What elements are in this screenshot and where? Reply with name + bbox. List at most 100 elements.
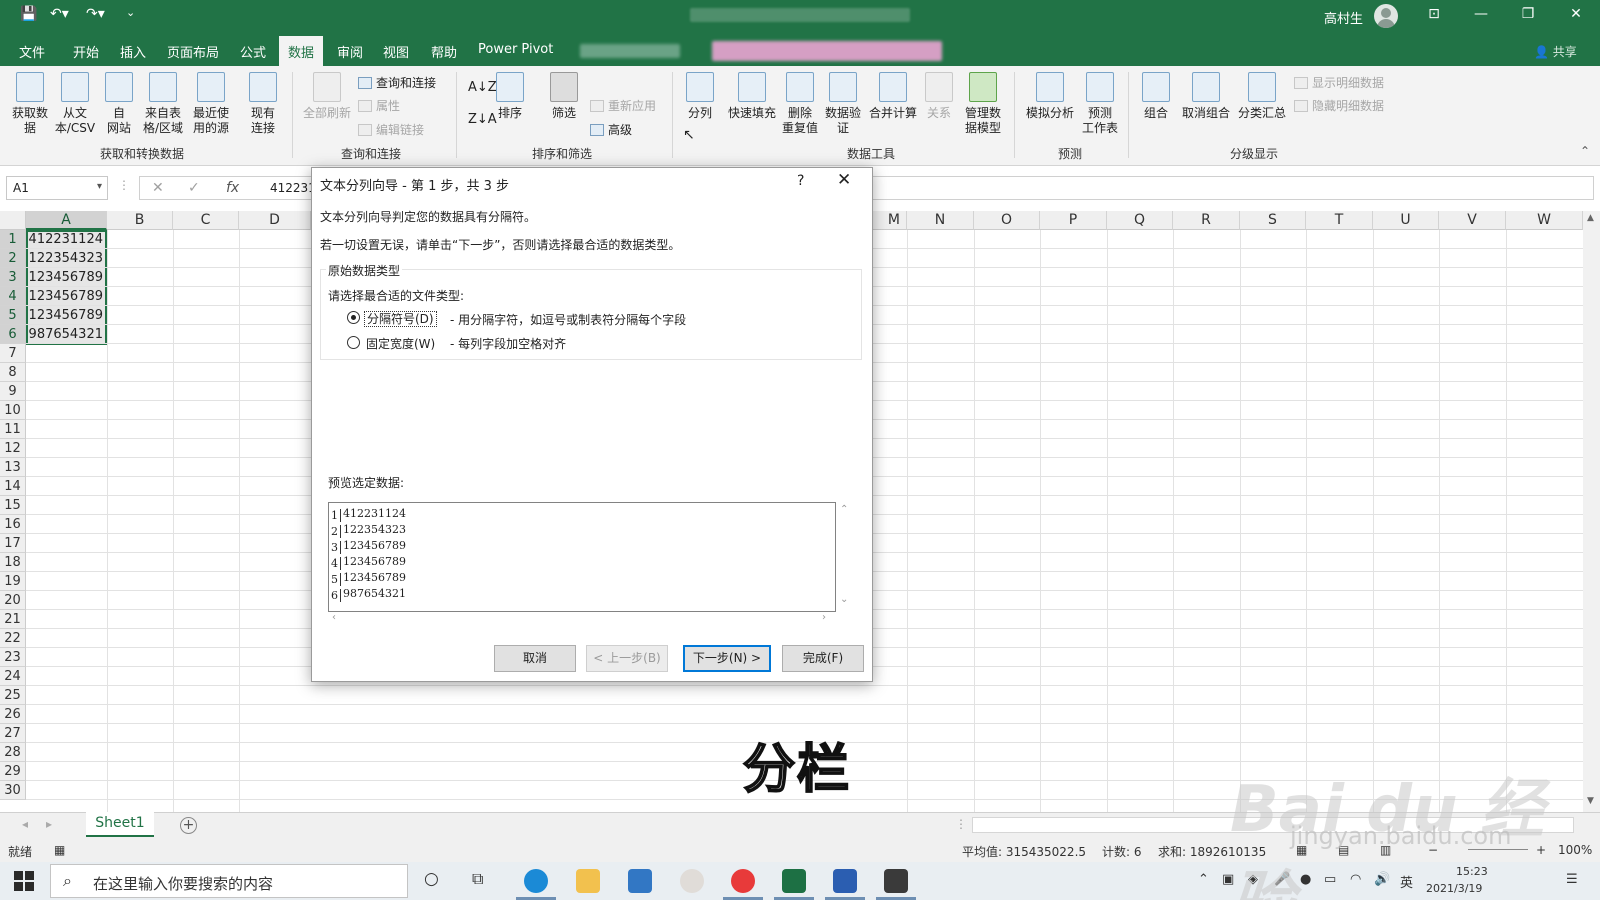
cell-a5[interactable]: 123456789 xyxy=(27,306,106,325)
sort-button[interactable]: 排序 xyxy=(492,72,528,121)
row-header[interactable]: 13 xyxy=(0,458,26,477)
hide-detail-button[interactable]: 隐藏明细数据 xyxy=(1294,97,1384,114)
cancel-button[interactable]: 取消 xyxy=(494,645,576,672)
paint-icon[interactable] xyxy=(680,869,704,893)
consolidate-button[interactable]: 合并计算 xyxy=(866,72,920,121)
row-header[interactable]: 8 xyxy=(0,363,26,382)
cell-a2[interactable]: 122354323 xyxy=(27,249,106,268)
macro-record-icon[interactable]: ▦ xyxy=(54,843,65,857)
what-if-analysis-button[interactable]: 模拟分析 xyxy=(1022,72,1078,121)
excel-icon[interactable] xyxy=(782,869,806,893)
filter-button[interactable]: 筛选 xyxy=(546,72,582,121)
file-explorer-icon[interactable] xyxy=(576,869,600,893)
row-header[interactable]: 22 xyxy=(0,629,26,648)
forecast-sheet-button[interactable]: 预测 工作表 xyxy=(1080,72,1120,136)
finish-button[interactable]: 完成(F) xyxy=(782,645,864,672)
task-view-icon[interactable]: ⧉ xyxy=(472,869,483,889)
undo-icon[interactable]: ↶▾ xyxy=(50,6,69,22)
add-sheet-icon[interactable]: + xyxy=(180,817,197,834)
minimize-icon[interactable]: — xyxy=(1466,6,1496,22)
recent-sources-button[interactable]: 最近使 用的源 xyxy=(188,72,234,136)
properties-button[interactable]: 属性 xyxy=(358,97,400,114)
cell-a1[interactable]: 412231124 xyxy=(27,230,106,249)
tab-view[interactable]: 视图 xyxy=(383,42,409,61)
redo-icon[interactable]: ↷▾ xyxy=(86,6,105,22)
row-header[interactable]: 5 xyxy=(0,306,26,325)
column-header-b[interactable]: B xyxy=(107,211,173,230)
fixed-width-label[interactable]: 固定宽度(W) xyxy=(366,335,435,352)
column-header-w[interactable]: W xyxy=(1506,211,1583,230)
close-window-icon[interactable]: ✕ xyxy=(1561,6,1591,22)
column-header-q[interactable]: Q xyxy=(1107,211,1173,230)
cell-a6[interactable]: 987654321 xyxy=(27,325,106,344)
tab-home[interactable]: 开始 xyxy=(73,42,99,61)
row-header[interactable]: 27 xyxy=(0,724,26,743)
advanced-filter-button[interactable]: 高级 xyxy=(590,121,632,138)
insert-function-icon[interactable]: fx xyxy=(226,180,239,196)
row-header[interactable]: 9 xyxy=(0,382,26,401)
column-header-o[interactable]: O xyxy=(974,211,1040,230)
row-header[interactable]: 15 xyxy=(0,496,26,515)
row-header[interactable]: 29 xyxy=(0,762,26,781)
tab-page-layout[interactable]: 页面布局 xyxy=(167,42,219,61)
windows-start-icon[interactable] xyxy=(14,871,34,891)
from-table-button[interactable]: 来自表 格/区域 xyxy=(140,72,186,136)
row-header[interactable]: 12 xyxy=(0,439,26,458)
tab-file[interactable]: 文件 xyxy=(19,42,45,61)
column-header-d[interactable]: D xyxy=(239,211,311,230)
select-all-corner[interactable] xyxy=(0,211,26,230)
from-web-button[interactable]: 自 网站 xyxy=(102,72,136,136)
row-header[interactable]: 6 xyxy=(0,325,26,344)
row-header[interactable]: 25 xyxy=(0,686,26,705)
row-header[interactable]: 2 xyxy=(0,249,26,268)
column-header-n[interactable]: N xyxy=(907,211,974,230)
share-button[interactable]: 👤 共享 xyxy=(1534,43,1577,60)
row-header[interactable]: 4 xyxy=(0,287,26,306)
column-header-c[interactable]: C xyxy=(173,211,239,230)
row-header[interactable]: 21 xyxy=(0,610,26,629)
collapse-ribbon-icon[interactable]: ⌃ xyxy=(1580,144,1590,158)
queries-connections-button[interactable]: 查询和连接 xyxy=(358,74,436,91)
avatar[interactable] xyxy=(1374,4,1398,28)
refresh-all-button[interactable]: 全部刷新 xyxy=(300,72,354,121)
taskbar-search-box[interactable]: ⌕ 在这里输入你要搜索的内容 xyxy=(50,864,408,898)
cortana-icon[interactable]: ○ xyxy=(424,869,439,889)
tray-chevron-icon[interactable]: ⌃ xyxy=(1198,872,1209,887)
help-icon[interactable]: ? xyxy=(797,173,804,189)
row-header[interactable]: 20 xyxy=(0,591,26,610)
ribbon-display-icon[interactable]: ⊡ xyxy=(1419,6,1449,22)
sheet-tab-sheet1[interactable]: Sheet1 xyxy=(86,812,154,837)
data-preview[interactable]: 1 412231124 2 122354323 3 123456789 4 123456… xyxy=(328,502,836,612)
row-header[interactable]: 14 xyxy=(0,477,26,496)
row-header[interactable]: 3 xyxy=(0,268,26,287)
enter-formula-icon[interactable]: ✓ xyxy=(188,180,200,196)
cancel-formula-icon[interactable]: ✕ xyxy=(152,180,164,196)
show-detail-button[interactable]: 显示明细数据 xyxy=(1294,74,1384,91)
group-button[interactable]: 组合 xyxy=(1138,72,1174,121)
reapply-button[interactable]: 重新应用 xyxy=(590,97,656,114)
column-header-r[interactable]: R xyxy=(1173,211,1240,230)
column-header-t[interactable]: T xyxy=(1306,211,1373,230)
column-header-u[interactable]: U xyxy=(1373,211,1439,230)
remove-duplicates-button[interactable]: 删除 重复值 xyxy=(780,72,820,136)
netease-music-icon[interactable] xyxy=(731,869,755,893)
from-csv-button[interactable]: 从文 本/CSV xyxy=(52,72,98,136)
row-header[interactable]: 19 xyxy=(0,572,26,591)
cell-a4[interactable]: 123456789 xyxy=(27,287,106,306)
tab-insert[interactable]: 插入 xyxy=(120,42,146,61)
column-header-s[interactable]: S xyxy=(1240,211,1306,230)
row-header[interactable]: 30 xyxy=(0,781,26,800)
row-header[interactable]: 16 xyxy=(0,515,26,534)
subtotal-button[interactable]: 分类汇总 xyxy=(1234,72,1290,121)
ungroup-button[interactable]: 取消组合 xyxy=(1178,72,1234,121)
fixed-width-radio[interactable] xyxy=(347,336,360,349)
row-header[interactable]: 24 xyxy=(0,667,26,686)
customize-qat-icon[interactable]: ⌄ xyxy=(126,6,135,19)
next-button[interactable]: 下一步(N) > xyxy=(683,645,771,672)
close-icon[interactable]: ✕ xyxy=(837,170,851,190)
row-header[interactable]: 17 xyxy=(0,534,26,553)
back-button[interactable]: < 上一步(B) xyxy=(586,645,668,672)
manage-data-model-button[interactable]: 管理数 据模型 xyxy=(960,72,1006,136)
row-header[interactable]: 18 xyxy=(0,553,26,572)
screen-recorder-icon[interactable] xyxy=(884,869,908,893)
